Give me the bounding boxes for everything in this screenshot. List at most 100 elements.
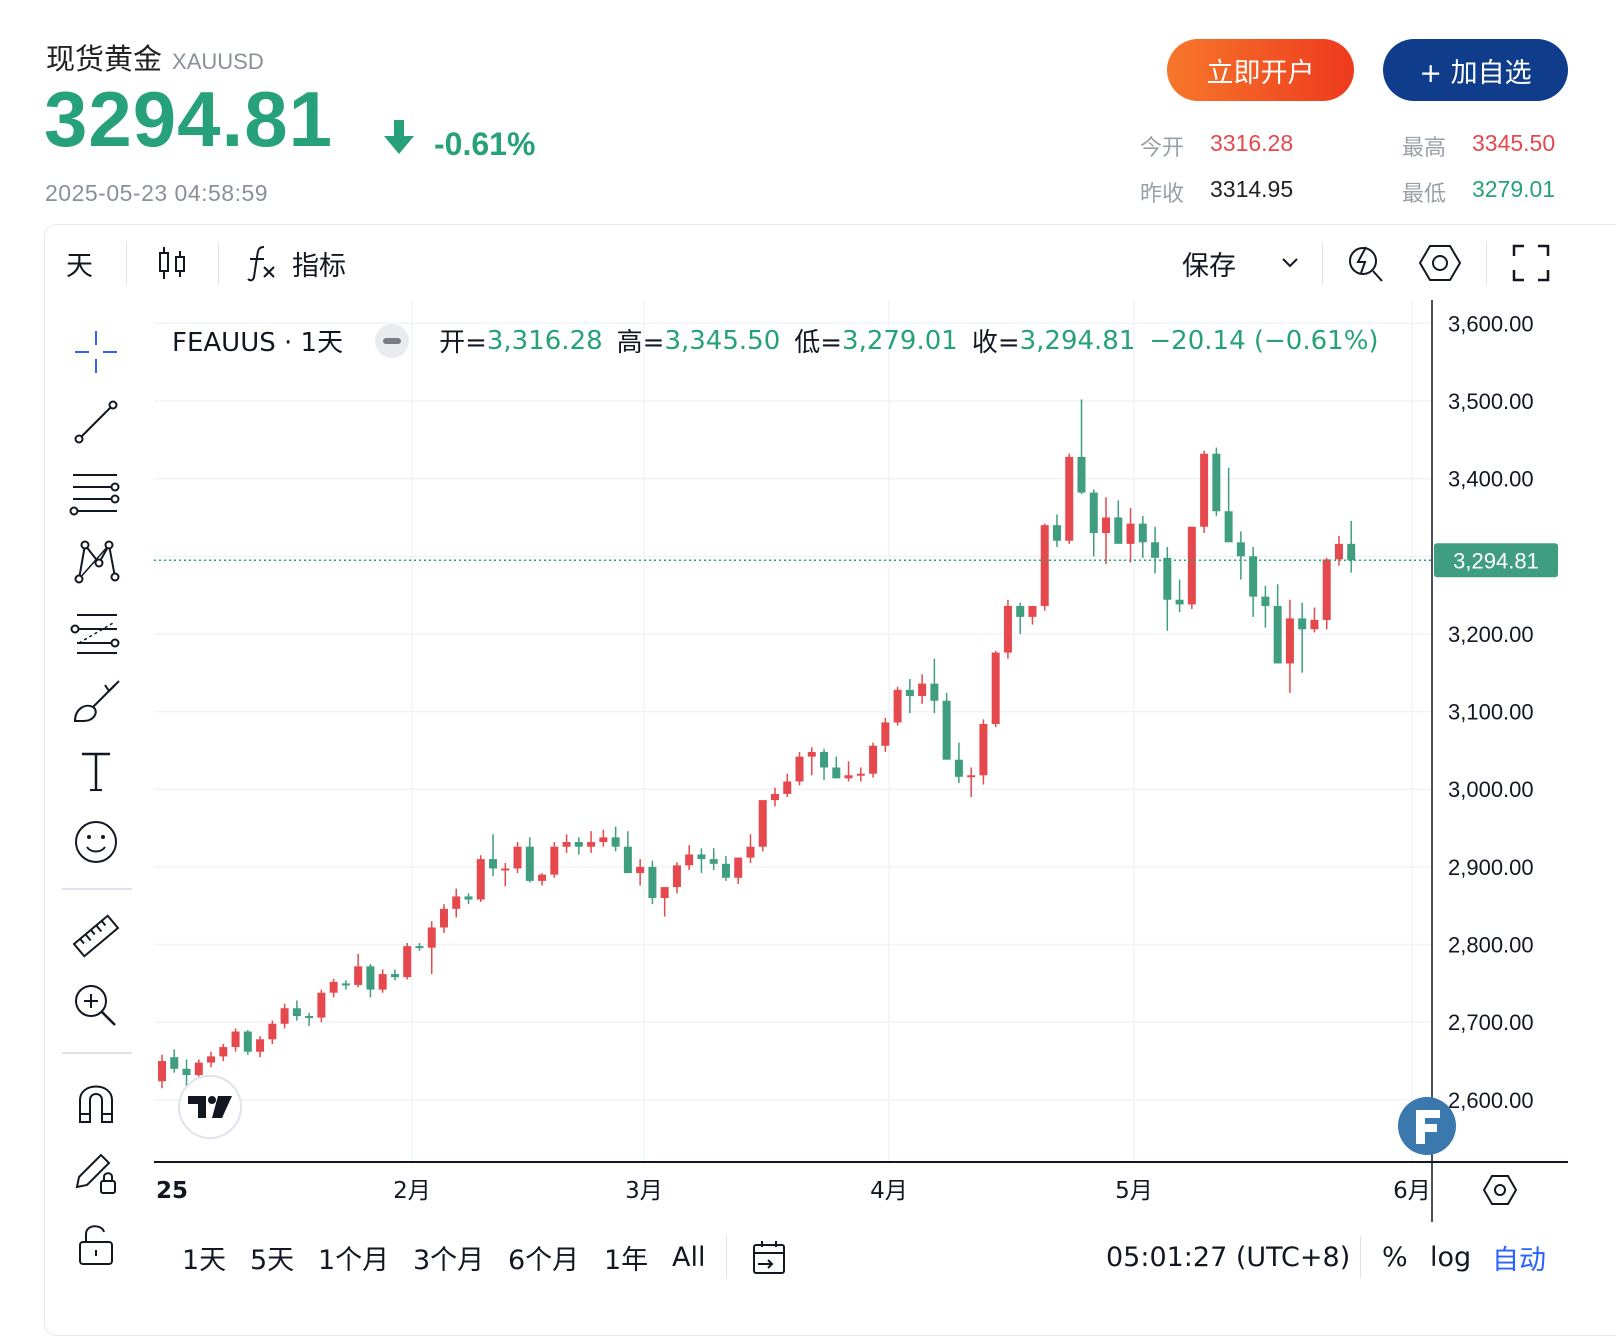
candle <box>1003 599 1012 659</box>
chart-grid <box>154 300 1432 1162</box>
candle <box>243 1029 252 1055</box>
candle-body <box>832 767 841 779</box>
f-badge-icon[interactable] <box>1398 1097 1456 1155</box>
text-tool[interactable] <box>66 742 126 802</box>
add-watchlist-button[interactable]: + 加自选 <box>1383 39 1568 101</box>
interval-selector[interactable]: 天 <box>66 226 93 300</box>
instrument-title: 现货黄金 XAUUSD <box>46 36 264 78</box>
candle <box>1285 599 1294 693</box>
calendar-goto-icon <box>753 1241 785 1274</box>
trendline-tool[interactable] <box>66 392 126 452</box>
magnet-tool[interactable] <box>66 1072 126 1132</box>
ohlc-legend: FEAUUS · 1天 开= 3,316.28 高= 3,345.50 低= 3,27… <box>172 322 1393 359</box>
unlock-tool[interactable] <box>66 1214 126 1274</box>
tradingview-logo[interactable] <box>178 1075 242 1139</box>
candle <box>758 800 767 852</box>
candle-body <box>820 751 829 768</box>
auto-scale-toggle[interactable]: 自动 <box>1492 1222 1546 1292</box>
candle-body <box>599 837 608 843</box>
candle-body <box>672 865 681 888</box>
pattern-tool[interactable] <box>66 532 126 592</box>
range-1y[interactable]: 1年 <box>604 1222 648 1292</box>
fullscreen-button[interactable] <box>1512 226 1550 300</box>
brush-icon <box>73 680 120 722</box>
candle-body <box>721 863 730 878</box>
candle-body <box>1347 543 1356 561</box>
candle <box>844 761 853 782</box>
candle <box>1028 605 1037 625</box>
settings-button[interactable] <box>1418 226 1462 300</box>
price-tick-label: 3,400.00 <box>1448 467 1534 492</box>
horizontal-lines-tool[interactable] <box>66 462 126 522</box>
price-chart[interactable]: 3,600.003,500.003,400.003,300.003,200.00… <box>154 300 1568 1222</box>
timezone-clock[interactable]: 05:01:27 (UTC+8) <box>1106 1222 1350 1292</box>
time-tick-label: 25 <box>156 1178 188 1204</box>
candle <box>1052 514 1061 547</box>
candle-body <box>869 745 878 774</box>
candle-body <box>562 842 571 847</box>
candle-body <box>1077 456 1086 493</box>
candle-body <box>954 759 963 777</box>
open-account-button[interactable]: 立即开户 <box>1167 39 1354 101</box>
quick-search-button[interactable] <box>1346 226 1386 300</box>
fib-retracement-icon <box>70 614 120 654</box>
candle <box>317 989 326 1023</box>
range-all[interactable]: All <box>672 1222 705 1292</box>
candle-body <box>415 946 424 949</box>
trendline-icon <box>74 400 118 444</box>
candle-body <box>893 689 902 723</box>
parallel-lines-icon <box>69 474 120 516</box>
measure-tool[interactable] <box>66 906 126 966</box>
candlestick-type-icon <box>159 247 185 279</box>
price-axis[interactable]: 3,600.003,500.003,400.003,300.003,200.00… <box>1448 311 1534 1113</box>
axis-settings-icon[interactable] <box>1482 1175 1518 1205</box>
candle <box>771 787 779 807</box>
candle-body <box>611 837 620 847</box>
candle <box>256 1036 265 1058</box>
price-tick-label: 3,100.00 <box>1448 700 1534 725</box>
text-icon <box>82 752 110 791</box>
crosshair-tool[interactable] <box>66 322 126 382</box>
candle-body <box>1114 517 1123 544</box>
candle <box>905 678 914 714</box>
range-6m[interactable]: 6个月 <box>508 1222 579 1292</box>
lock-drawings-tool[interactable] <box>66 1142 126 1202</box>
candle <box>574 837 583 855</box>
candle-body <box>464 896 473 900</box>
emoji-tool[interactable] <box>66 812 126 872</box>
candle <box>991 651 1000 728</box>
candle-body <box>427 927 436 948</box>
range-5d[interactable]: 5天 <box>250 1222 294 1292</box>
range-1d[interactable]: 1天 <box>182 1222 226 1292</box>
zoom-tool[interactable] <box>66 976 126 1036</box>
candle-body <box>366 966 375 990</box>
candles-icon[interactable] <box>156 226 188 300</box>
percent-scale-toggle[interactable]: % <box>1382 1222 1408 1292</box>
candle-body <box>991 652 1000 725</box>
legend-collapse-button[interactable] <box>375 323 410 358</box>
candle <box>366 963 375 998</box>
candle <box>942 692 951 760</box>
range-3m[interactable]: 3个月 <box>413 1222 484 1292</box>
candle <box>660 887 669 917</box>
fib-tool[interactable] <box>66 602 126 662</box>
goto-date-button[interactable] <box>750 1222 790 1292</box>
range-1m[interactable]: 1个月 <box>318 1222 389 1292</box>
candle-body <box>452 896 461 909</box>
smiley-icon <box>75 821 117 863</box>
time-axis[interactable]: 25 2月 3月 4月 5月 6月 <box>156 1178 1431 1204</box>
candle-body <box>1016 605 1025 617</box>
log-scale-toggle[interactable]: log <box>1430 1222 1471 1292</box>
save-label: 保存 <box>1182 250 1236 282</box>
brush-tool[interactable] <box>66 672 126 732</box>
candle <box>268 1020 277 1044</box>
price-tick-label: 3,200.00 <box>1448 622 1534 647</box>
candle-body <box>329 981 338 993</box>
candle-body <box>709 859 718 864</box>
indicators-button[interactable]: 指标 <box>246 226 346 300</box>
candle <box>599 829 608 847</box>
candle-body <box>1261 596 1270 606</box>
legend-high-label: 高= <box>616 328 665 358</box>
indicators-label: 指标 <box>292 250 346 282</box>
save-button[interactable]: 保存 <box>1182 226 1300 300</box>
